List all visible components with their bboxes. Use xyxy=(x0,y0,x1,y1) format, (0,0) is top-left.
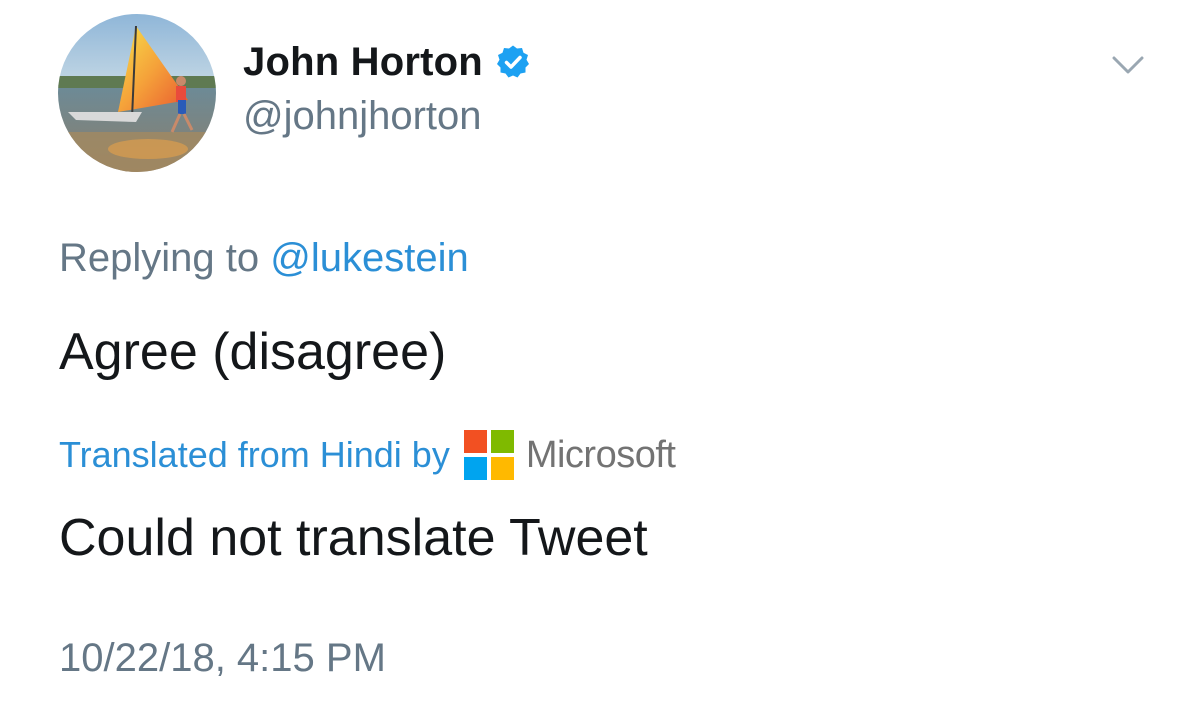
replying-to-handle-link[interactable]: @lukestein xyxy=(270,236,468,280)
translated-from-label[interactable]: Translated from Hindi by xyxy=(59,434,450,476)
translation-result: Could not translate Tweet xyxy=(59,509,648,567)
tweet-timestamp: 10/22/18, 4:15 PM xyxy=(59,636,386,680)
chevron-down-icon[interactable] xyxy=(1108,50,1148,82)
tweet-text: Agree (disagree) xyxy=(59,323,447,381)
avatar-photo xyxy=(58,14,216,172)
translation-attribution: Translated from Hindi by Microsoft xyxy=(59,428,676,482)
display-name[interactable]: John Horton xyxy=(243,40,483,85)
replying-to-label: Replying to xyxy=(59,236,260,280)
user-handle[interactable]: @johnjhorton xyxy=(243,94,482,139)
verified-badge-icon xyxy=(495,44,531,80)
avatar[interactable] xyxy=(58,14,216,172)
microsoft-logo-icon xyxy=(463,430,514,480)
replying-to: Replying to @lukestein xyxy=(59,236,469,281)
microsoft-brand-text: Microsoft xyxy=(525,433,676,476)
user-name-row[interactable]: John Horton xyxy=(243,38,531,86)
